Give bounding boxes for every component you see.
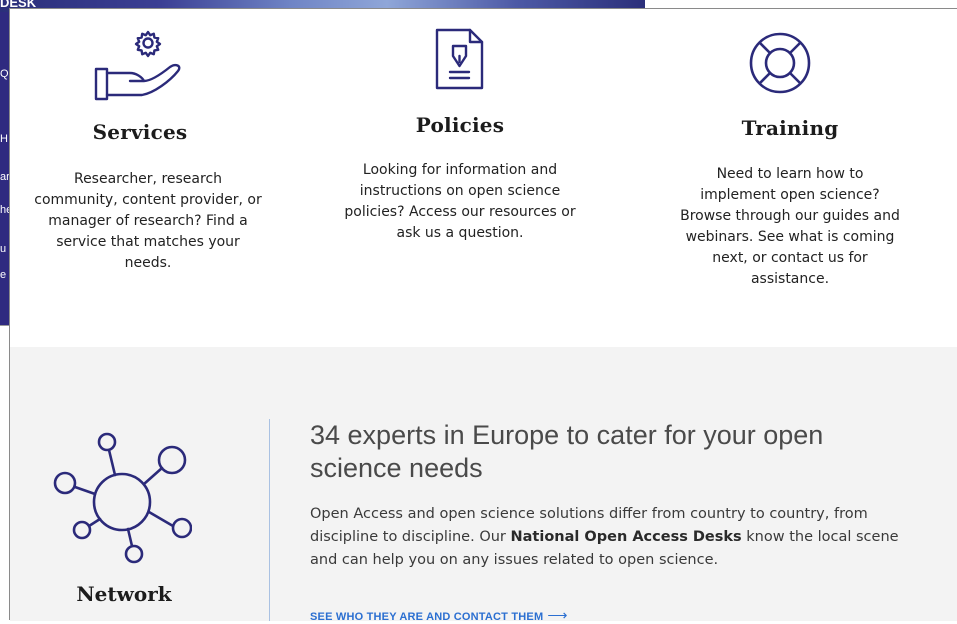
network-heading: 34 experts in Europe to cater for your o… — [310, 420, 824, 483]
network-description: Open Access and open science solutions d… — [310, 503, 900, 572]
background-side-fragment: u — [0, 243, 7, 255]
arrow-right-icon: ⟶ — [547, 607, 568, 623]
training-title: Training — [741, 116, 839, 140]
network-section: Network 34 experts in Europe to cater fo… — [10, 347, 957, 624]
document-pen-icon — [435, 28, 484, 90]
policies-description: Looking for information and instructions… — [344, 162, 576, 241]
training-description: Need to learn how to implement open scie… — [680, 166, 900, 287]
section-divider — [269, 419, 270, 621]
services-description: Researcher, research community, content … — [34, 171, 262, 271]
hand-gear-icon — [94, 30, 181, 101]
services-section: Services Researcher, research community,… — [10, 9, 957, 347]
background-side-fragment: Q — [0, 68, 9, 80]
lifebuoy-icon — [749, 32, 811, 94]
background-side-fragment: H — [0, 133, 8, 145]
background-side-fragment: e — [0, 269, 7, 281]
policies-title: Policies — [415, 113, 505, 137]
network-hub-icon — [53, 432, 192, 564]
network-title: Network — [76, 582, 172, 606]
help-desk-panel: Services Researcher, research community,… — [9, 8, 957, 624]
services-title: Services — [92, 120, 188, 144]
national-open-access-desks-emphasis: National Open Access Desks — [510, 529, 742, 545]
see-who-they-are-link[interactable]: SEE WHO THEY ARE AND CONTACT THEM ⟶ — [310, 607, 568, 624]
link-label: SEE WHO THEY ARE AND CONTACT THEM — [310, 611, 544, 623]
